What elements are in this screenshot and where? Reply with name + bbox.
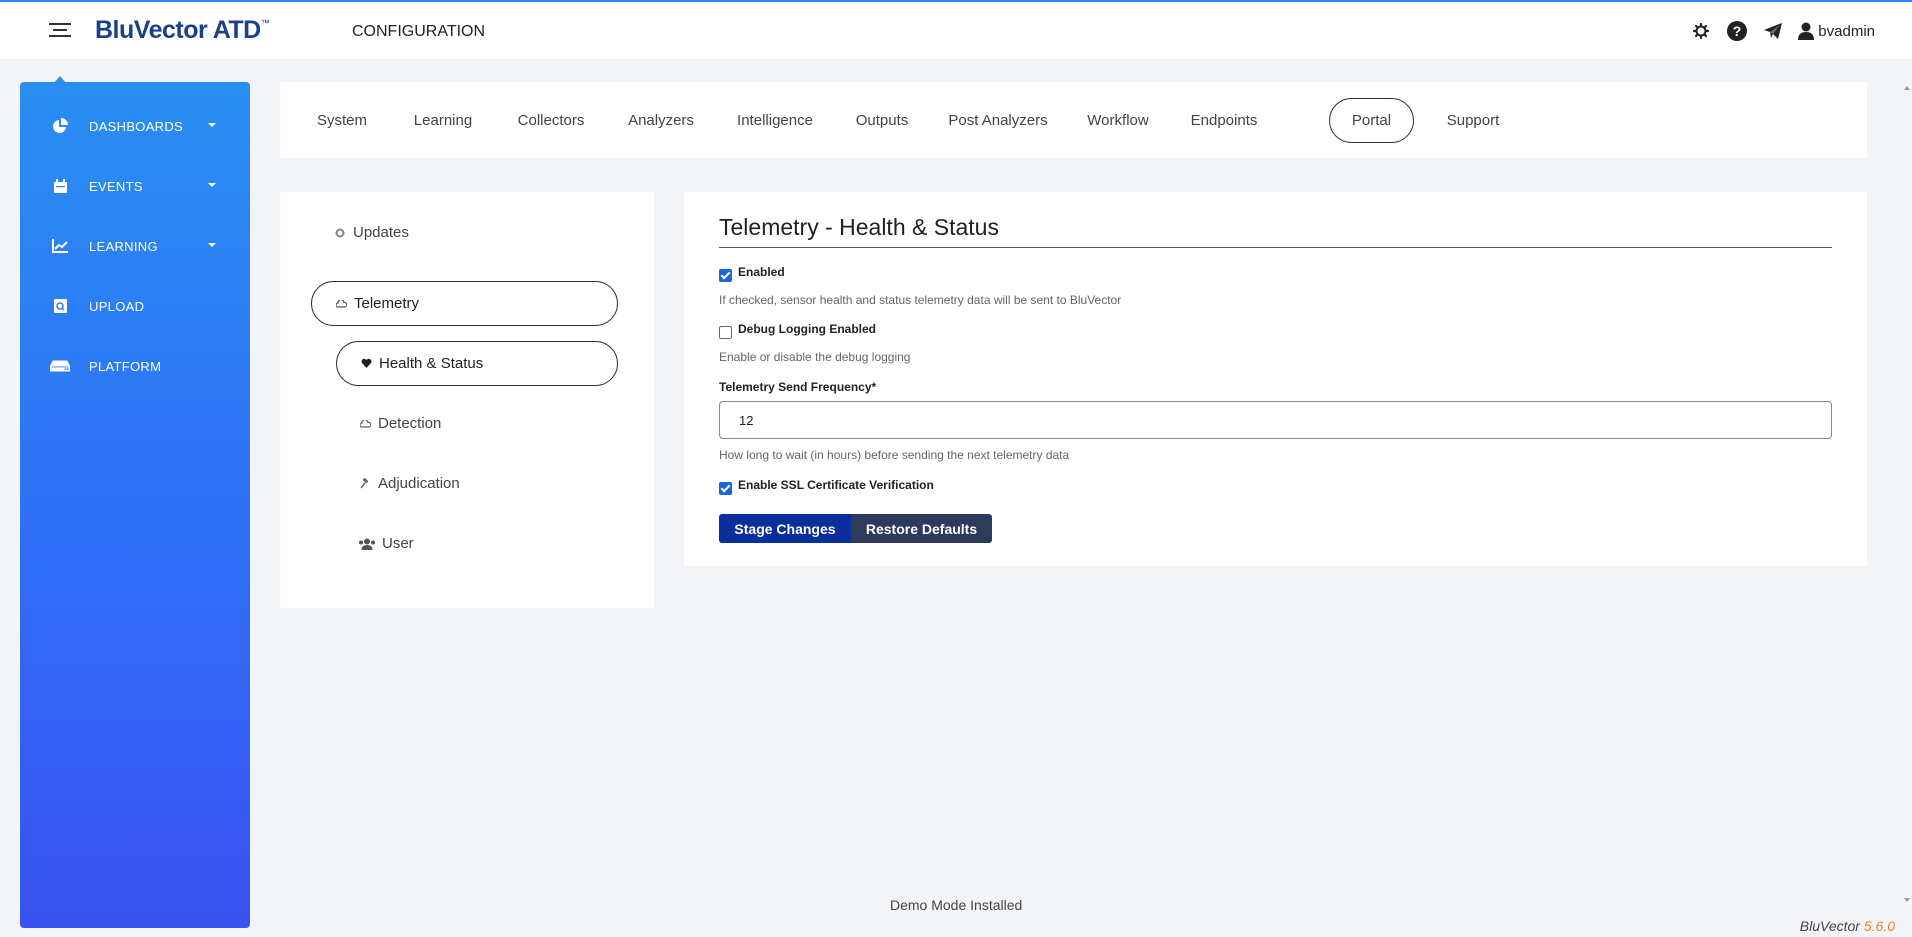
menu-item-user[interactable]: User xyxy=(358,521,558,566)
demo-mode-status: Demo Mode Installed xyxy=(890,897,1023,913)
enabled-checkbox[interactable] xyxy=(719,269,732,282)
menu-item-telemetry[interactable]: Telemetry xyxy=(311,281,618,326)
send-paper-plane-icon[interactable] xyxy=(1762,20,1784,42)
tab-system[interactable]: System xyxy=(308,98,376,143)
chevron-down-icon xyxy=(208,123,216,127)
frequency-input[interactable]: 12 xyxy=(719,401,1832,439)
restore-defaults-button[interactable]: Restore Defaults xyxy=(851,514,992,543)
pie-chart-icon xyxy=(50,116,70,136)
cloud-icon xyxy=(358,417,372,431)
app-logo[interactable]: BluVector ATD™ xyxy=(95,16,270,45)
user-menu[interactable]: bvadmin xyxy=(1798,22,1875,40)
tab-workflow[interactable]: Workflow xyxy=(1082,98,1154,143)
sidebar-item-label: EVENTS xyxy=(89,178,143,194)
tab-analyzers[interactable]: Analyzers xyxy=(622,98,700,143)
top-bar: BluVector ATD™ CONFIGURATION ? bvadmin xyxy=(0,0,1912,59)
calendar-icon xyxy=(50,176,70,196)
tab-outputs[interactable]: Outputs xyxy=(850,98,914,143)
config-tabs: System Learning Collectors Analyzers Int… xyxy=(280,82,1867,158)
sidebar-item-upload[interactable]: UPLOAD xyxy=(20,286,250,326)
sidebar-item-platform[interactable]: PLATFORM xyxy=(20,346,250,386)
tab-support[interactable]: Support xyxy=(1438,98,1508,143)
tab-portal[interactable]: Portal xyxy=(1329,98,1414,143)
top-actions: ? bvadmin xyxy=(1690,20,1875,42)
debug-logging-checkbox[interactable] xyxy=(719,326,732,339)
menu-item-health-status[interactable]: Health & Status xyxy=(336,341,618,386)
upload-file-icon xyxy=(50,296,70,316)
enabled-label: Enabled xyxy=(738,265,785,279)
ssl-verification-label: Enable SSL Certificate Verification xyxy=(738,478,934,492)
menu-item-label: Adjudication xyxy=(378,475,460,492)
menu-item-label: Detection xyxy=(378,415,442,432)
tab-post-analyzers[interactable]: Post Analyzers xyxy=(944,98,1052,143)
scroll-down-arrow-icon[interactable] xyxy=(1904,898,1910,902)
scroll-up-arrow-icon[interactable] xyxy=(1904,86,1910,90)
username: bvadmin xyxy=(1818,22,1875,40)
ssl-verification-checkbox[interactable] xyxy=(719,482,732,495)
sidebar-item-events[interactable]: EVENTS xyxy=(20,166,250,206)
frequency-help-text: How long to wait (in hours) before sendi… xyxy=(719,448,1070,462)
tab-intelligence[interactable]: Intelligence xyxy=(730,98,820,143)
stage-changes-button[interactable]: Stage Changes xyxy=(719,514,851,543)
menu-toggle-icon[interactable] xyxy=(49,23,71,41)
debug-logging-help-text: Enable or disable the debug logging xyxy=(719,350,911,364)
tab-learning[interactable]: Learning xyxy=(406,98,480,143)
gear-icon xyxy=(333,226,347,240)
sidebar-item-learning[interactable]: LEARNING xyxy=(20,226,250,266)
page-title: CONFIGURATION xyxy=(352,23,486,40)
brand-name: BluVector xyxy=(1799,918,1860,934)
tab-collectors[interactable]: Collectors xyxy=(510,98,592,143)
menu-item-adjudication[interactable]: Adjudication xyxy=(358,461,558,506)
menu-item-label: User xyxy=(382,535,414,552)
gavel-icon xyxy=(358,477,372,491)
server-icon xyxy=(50,356,70,376)
sidebar-item-dashboards[interactable]: DASHBOARDS xyxy=(20,106,250,146)
tab-endpoints[interactable]: Endpoints xyxy=(1184,98,1264,143)
menu-item-detection[interactable]: Detection xyxy=(358,401,558,446)
telemetry-form: Telemetry - Health & Status Enabled If c… xyxy=(684,192,1867,566)
heartbeat-icon xyxy=(359,357,373,371)
cloud-icon xyxy=(334,297,348,311)
user-icon xyxy=(1798,22,1815,40)
line-chart-icon xyxy=(50,236,70,256)
menu-item-label: Updates xyxy=(353,224,409,241)
sidebar-item-label: UPLOAD xyxy=(89,298,145,314)
menu-item-updates[interactable]: Updates xyxy=(333,210,513,255)
sidebar-item-label: PLATFORM xyxy=(89,358,162,374)
menu-item-label: Telemetry xyxy=(354,295,420,312)
sidebar-item-label: LEARNING xyxy=(89,238,158,254)
form-title: Telemetry - Health & Status xyxy=(719,214,1832,248)
version-number: 5.6.0 xyxy=(1863,918,1895,934)
settings-gear-icon[interactable] xyxy=(1690,20,1712,42)
chevron-down-icon xyxy=(208,183,216,187)
chevron-down-icon xyxy=(208,243,216,247)
menu-item-label: Health & Status xyxy=(379,355,484,372)
debug-logging-label: Debug Logging Enabled xyxy=(738,322,876,336)
footer-brand: BluVector 5.6.0 xyxy=(1800,918,1895,934)
sidebar: DASHBOARDS EVENTS LEARNING UPLOAD PLATFO… xyxy=(20,82,250,928)
help-question-icon[interactable]: ? xyxy=(1726,20,1748,42)
enabled-help-text: If checked, sensor health and status tel… xyxy=(719,293,1122,307)
frequency-label: Telemetry Send Frequency* xyxy=(719,380,877,394)
portal-side-menu: Updates Telemetry Health & Status Detect… xyxy=(280,192,654,608)
svg-text:?: ? xyxy=(1733,23,1742,39)
users-icon xyxy=(358,537,376,551)
sidebar-item-label: DASHBOARDS xyxy=(89,118,184,134)
